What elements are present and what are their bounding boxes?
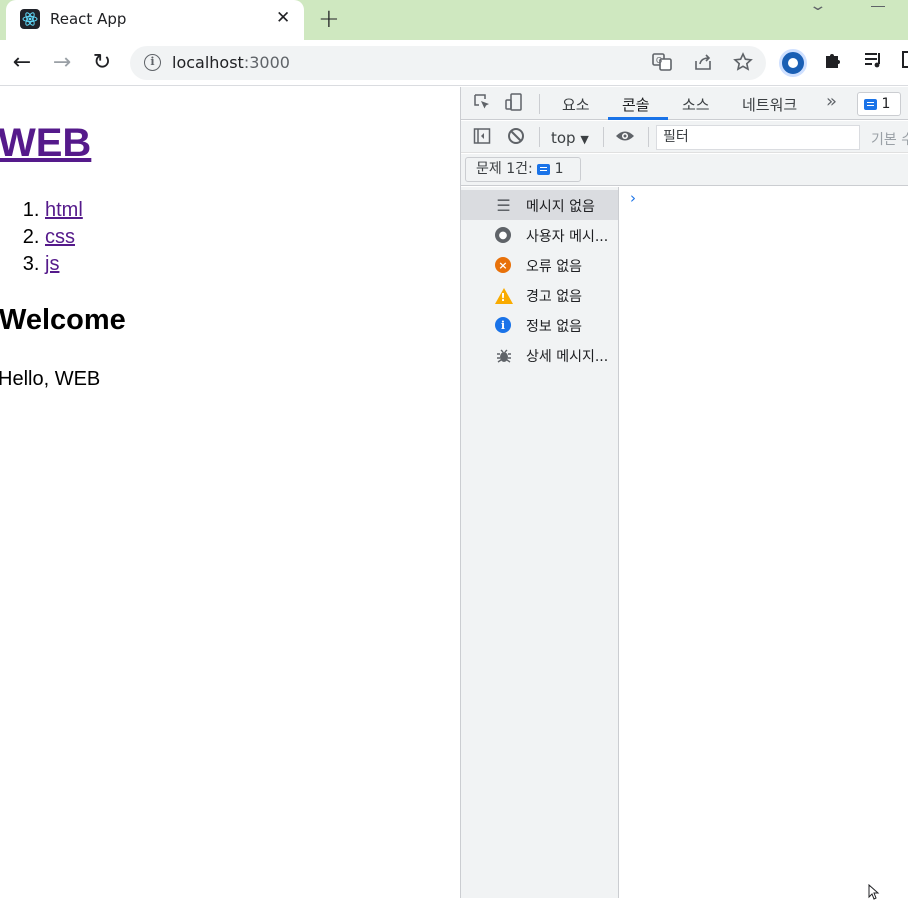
- side-panel-icon[interactable]: [902, 50, 908, 75]
- reload-button[interactable]: ↻: [88, 48, 116, 76]
- article-body: Hello, WEB: [0, 368, 101, 390]
- issues-button[interactable]: 문제 1건: 1: [465, 157, 581, 182]
- live-expression-eye-icon[interactable]: [615, 127, 635, 150]
- console-sidebar: ☰ 메시지 없음 ● 사용자 메시... × 오류 없음 ! 경고 없음 i 정…: [461, 187, 619, 898]
- url-port: :3000: [243, 53, 290, 72]
- console-output[interactable]: ›: [620, 187, 908, 898]
- share-icon[interactable]: [693, 52, 713, 77]
- nav-item: css: [45, 224, 83, 251]
- info-icon: i: [495, 317, 511, 333]
- sidebar-item-info[interactable]: i 정보 없음: [461, 310, 618, 340]
- issues-count: 1: [554, 161, 564, 177]
- profile-extension-icon[interactable]: [779, 49, 807, 77]
- sidebar-item-messages[interactable]: ☰ 메시지 없음: [461, 190, 618, 220]
- message-icon: [864, 98, 877, 110]
- context-selector[interactable]: top ▼: [551, 129, 589, 147]
- tab-network[interactable]: 네트워크: [742, 94, 797, 115]
- tab-title: React App: [50, 10, 127, 28]
- active-tab-indicator: [608, 117, 668, 120]
- log-levels-dropdown[interactable]: 기본 수: [871, 129, 908, 149]
- mouse-cursor-icon: [868, 883, 882, 904]
- warning-icon: !: [494, 287, 513, 304]
- sidebar-item-warnings[interactable]: ! 경고 없음: [461, 280, 618, 310]
- tab-console[interactable]: 콘솔: [622, 94, 650, 115]
- toolbar-divider: [539, 127, 540, 147]
- site-info-icon[interactable]: i: [144, 54, 161, 71]
- puzzle-icon[interactable]: [823, 50, 843, 75]
- nav-list: html css js: [20, 197, 83, 278]
- heading-link[interactable]: WEB: [0, 121, 91, 165]
- sidebar-item-label: 정보 없음: [526, 319, 582, 335]
- bookmark-star-icon[interactable]: [733, 52, 753, 77]
- sidebar-item-label: 경고 없음: [526, 289, 582, 305]
- forward-button[interactable]: →: [48, 48, 76, 76]
- nav-item: js: [45, 251, 83, 278]
- toolbar-divider: [648, 127, 649, 147]
- issues-label: 문제 1건:: [476, 161, 533, 177]
- context-value: top: [551, 129, 576, 147]
- console-toolbar: top ▼ 필터 기본 수: [461, 121, 908, 153]
- toolbar-divider: [539, 94, 540, 114]
- devtools-panel: 요소 콘솔 소스 네트워크 » 1 top ▼ 필터 기본 수 문제 1건: 1…: [460, 87, 908, 898]
- filter-input[interactable]: 필터: [656, 125, 860, 150]
- sidebar-item-label: 오류 없음: [526, 259, 582, 275]
- chevron-down-icon: ▼: [580, 133, 589, 146]
- react-logo-icon: [20, 9, 40, 29]
- translate-icon[interactable]: G: [652, 52, 672, 77]
- back-button[interactable]: ←: [8, 48, 36, 76]
- sidebar-item-errors[interactable]: × 오류 없음: [461, 250, 618, 280]
- sidebar-item-label: 메시지 없음: [526, 199, 595, 215]
- nav-link-js[interactable]: js: [45, 253, 59, 275]
- clear-console-icon[interactable]: [507, 127, 525, 150]
- issues-badge-count: 1: [881, 96, 891, 112]
- devtools-tab-bar: 요소 콘솔 소스 네트워크 » 1: [461, 87, 908, 120]
- issues-bar: 문제 1건: 1: [461, 154, 908, 186]
- address-bar[interactable]: i localhost:3000 G: [130, 46, 766, 80]
- sidebar-item-label: 상세 메시지...: [526, 349, 609, 365]
- list-icon: ☰: [496, 196, 511, 215]
- sidebar-item-verbose[interactable]: 상세 메시지...: [461, 340, 618, 370]
- browser-tab[interactable]: React App ✕: [6, 0, 304, 40]
- bug-icon: [495, 347, 512, 364]
- browser-toolbar: ← → ↻ i localhost:3000 G: [0, 40, 908, 86]
- toolbar-divider: [603, 127, 604, 147]
- sidebar-item-label: 사용자 메시...: [526, 229, 609, 245]
- console-prompt-chevron-icon: ›: [630, 189, 636, 207]
- reading-list-icon[interactable]: [863, 50, 883, 75]
- error-icon: ×: [495, 257, 511, 273]
- article-title: Welcome: [0, 304, 126, 336]
- sidebar-item-user-messages[interactable]: ● 사용자 메시...: [461, 220, 618, 250]
- more-tabs-icon[interactable]: »: [826, 91, 837, 112]
- tab-strip: React App ✕ + ⌄: [0, 0, 908, 40]
- minimize-icon[interactable]: [871, 6, 885, 7]
- nav-item: html: [45, 197, 83, 224]
- new-tab-button[interactable]: +: [318, 4, 340, 34]
- issues-badge[interactable]: 1: [857, 92, 901, 116]
- device-toggle-icon[interactable]: [505, 93, 523, 116]
- svg-text:G: G: [656, 56, 662, 65]
- user-icon: ●: [495, 227, 511, 243]
- page-viewport: WEB html css js Welcome Hello, WEB: [0, 87, 460, 898]
- tab-sources[interactable]: 소스: [682, 94, 710, 115]
- address-url[interactable]: localhost:3000: [172, 53, 290, 72]
- nav-link-html[interactable]: html: [45, 199, 83, 221]
- url-host: localhost: [172, 53, 244, 72]
- tab-elements[interactable]: 요소: [562, 94, 590, 115]
- close-tab-icon[interactable]: ✕: [276, 8, 290, 28]
- nav-link-css[interactable]: css: [45, 226, 75, 248]
- inspect-element-icon[interactable]: [473, 93, 491, 116]
- sidebar-toggle-icon[interactable]: [473, 127, 491, 150]
- message-icon: [537, 163, 551, 175]
- tab-search-chevron-icon[interactable]: ⌄: [808, 0, 827, 14]
- page-heading: WEB: [0, 121, 91, 166]
